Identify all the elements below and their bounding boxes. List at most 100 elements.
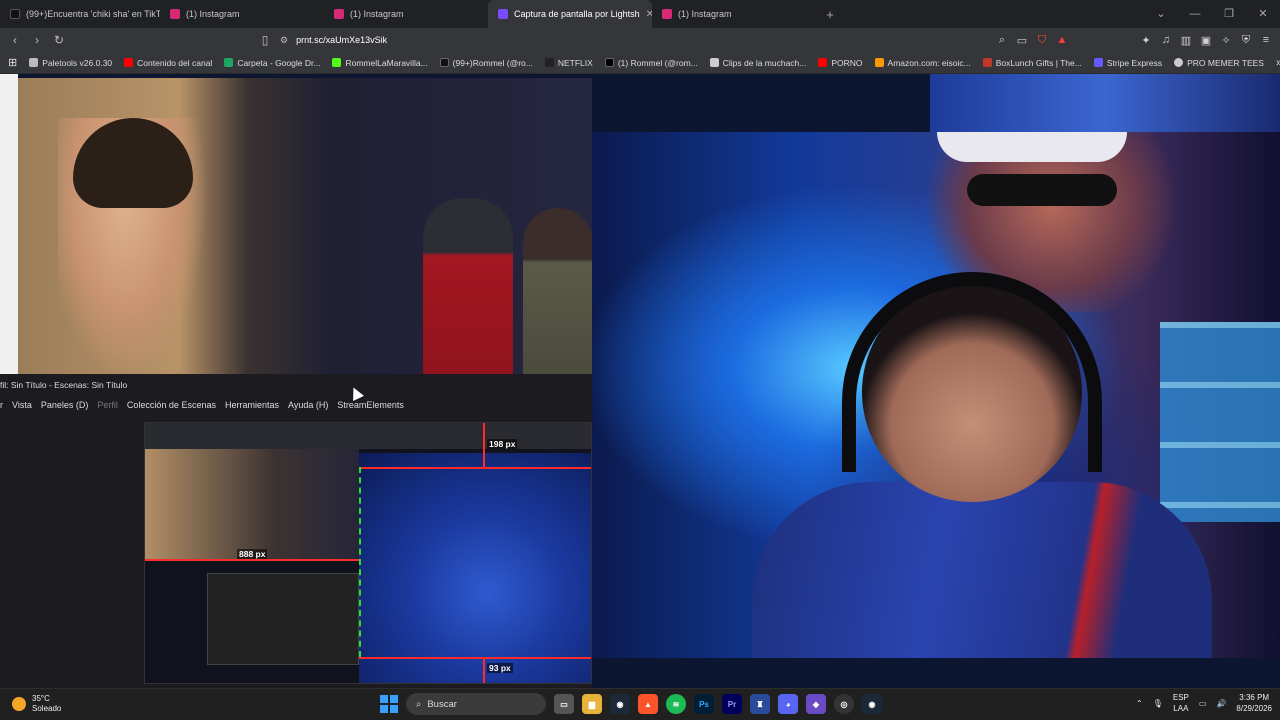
premiere-icon[interactable]: Pr [722, 694, 742, 714]
discord-icon[interactable]: ◕ [778, 694, 798, 714]
file-explorer-icon[interactable]: ▆ [582, 694, 602, 714]
bookmark-item[interactable]: Amazon.com: eisoic... [874, 58, 971, 68]
game-npc [423, 198, 513, 378]
brave-shield-icon[interactable]: ⛉ [1034, 34, 1050, 47]
menu-item-herramientas[interactable]: Herramientas [225, 400, 279, 410]
bookmark-label: BoxLunch Gifts | The... [995, 57, 1082, 68]
url-text[interactable]: prnt.sc/xaUmXe13vSik [296, 35, 387, 45]
poster-glasses [967, 174, 1117, 206]
task-view-icon[interactable]: ▭ [554, 694, 574, 714]
game-icon[interactable]: ♜ [750, 694, 770, 714]
tab-label: (1) Instagram [350, 9, 404, 19]
tiktok-icon [439, 58, 449, 67]
menu-item-ayuda[interactable]: Ayuda (H) [288, 400, 328, 410]
bookmark-item[interactable]: BoxLunch Gifts | The... [982, 57, 1082, 68]
tab-instagram-1[interactable]: (1) Instagram [160, 0, 324, 28]
more-bookmarks-icon[interactable]: » [1276, 57, 1280, 69]
notion-icon [709, 58, 719, 67]
wallet-icon[interactable]: ▣ [1198, 34, 1214, 47]
bookmark-label: (1) Rommel (@rom... [617, 57, 698, 68]
bookmark-icon [29, 58, 39, 67]
maximize-icon[interactable]: ❐ [1212, 0, 1246, 28]
new-tab-button[interactable]: + [816, 7, 844, 22]
bookmark-item[interactable]: Carpeta - Google Dr... [224, 58, 320, 68]
menu-item-coleccion[interactable]: Colección de Escenas [127, 400, 216, 410]
rewards-icon[interactable]: ▲ [1054, 34, 1070, 46]
tab-instagram-3[interactable]: (1) Instagram [652, 0, 816, 28]
screen-icon[interactable]: ▭ [1014, 34, 1030, 47]
vpn-icon[interactable]: ⛨ [1238, 34, 1254, 47]
gamepad-icon[interactable]: ◆ [806, 694, 826, 714]
clock[interactable]: 3:36 PM 8/29/2026 [1236, 692, 1272, 714]
bookmark-item[interactable]: NETFLIX [544, 58, 593, 68]
boxlunch-icon [982, 58, 992, 67]
back-icon[interactable]: ‹ [4, 33, 26, 47]
ai-icon[interactable]: ✧ [1218, 34, 1234, 47]
chevron-up-icon[interactable]: ⌃ [1136, 699, 1143, 708]
spotify-icon[interactable]: ≋ [666, 694, 686, 714]
bookmark-item[interactable]: PRO MEMER TEES [1174, 58, 1264, 68]
reload-icon[interactable]: ↻ [48, 33, 70, 47]
tab-list-icon[interactable]: ⌄ [1144, 0, 1178, 28]
tab-tiktok[interactable]: (99+)Encuentra 'chiki sha' en TikTok | [0, 0, 160, 28]
obs-menubar: r Vista Paneles (D) Perfil Colección de … [0, 400, 404, 410]
obs-window: fil: Sin Título - Escenas: Sin Título r … [0, 374, 592, 688]
menu-item-vista[interactable]: Vista [12, 400, 32, 410]
background-stream-image [930, 74, 1280, 132]
guide-line [483, 657, 485, 683]
streamer-shirt [752, 482, 1212, 658]
minimize-icon[interactable]: — [1178, 0, 1212, 28]
apps-icon[interactable]: ⊞ [8, 56, 17, 69]
brave-icon[interactable]: ▲ [638, 694, 658, 714]
site-info-icon[interactable]: ⚙ [280, 35, 288, 46]
obs-preview[interactable]: 198 px 888 px 93 px [144, 422, 592, 684]
screenshot-content: fil: Sin Título - Escenas: Sin Título r … [0, 74, 1280, 688]
forward-icon[interactable]: › [26, 33, 48, 47]
bookmark-label: (99+)Rommel (@ro... [452, 57, 533, 68]
bookmark-item[interactable]: RommelLaMaravilla... [332, 58, 428, 68]
language-indicator[interactable]: ESP LAA [1173, 692, 1189, 714]
bookmark-label: PORNO [831, 57, 863, 68]
menu-item-streamelements[interactable]: StreamElements [337, 400, 404, 410]
obs-title: fil: Sin Título - Escenas: Sin Título [0, 380, 128, 390]
windows-start-icon[interactable] [380, 695, 398, 713]
steam-icon[interactable]: ◉ [862, 694, 882, 714]
extensions-icon[interactable]: ✦ [1138, 34, 1154, 47]
microphone-icon[interactable]: 🎙 [1153, 699, 1163, 708]
x-icon [604, 58, 614, 67]
menu-item[interactable]: r [0, 400, 3, 410]
steam-icon[interactable]: ◉ [610, 694, 630, 714]
bookmark-item[interactable]: PORNO [818, 57, 863, 68]
guide-line [145, 559, 359, 561]
preview-nested-capture [207, 573, 359, 665]
bookmark-icon[interactable]: ▯ [254, 33, 276, 47]
obs-icon[interactable]: ◎ [834, 694, 854, 714]
close-window-icon[interactable]: ✕ [1246, 0, 1280, 28]
photoshop-icon[interactable]: Ps [694, 694, 714, 714]
bookmark-item[interactable]: Paletools v26.0.30 [29, 58, 112, 68]
bookmark-label: PRO MEMER TEES [1187, 57, 1264, 68]
sidebar-icon[interactable]: ▥ [1178, 34, 1194, 47]
bookmark-item[interactable]: (1) Rommel (@rom... [604, 57, 698, 68]
menu-icon[interactable]: ≡ [1258, 34, 1274, 46]
tab-lightshot[interactable]: Captura de pantalla por Lightsh ✕ [488, 0, 652, 28]
bookmark-item[interactable]: Clips de la muchach... [709, 58, 806, 68]
menu-item-paneles[interactable]: Paneles (D) [41, 400, 89, 410]
bookmark-item[interactable]: Contenido del canal [124, 58, 212, 68]
display-icon[interactable]: ▭ [1199, 699, 1207, 708]
volume-icon[interactable]: 🔊 [1216, 699, 1226, 708]
weather-widget[interactable]: 35°C Soleado [12, 694, 61, 714]
language-code: ESP [1172, 693, 1189, 702]
bookmark-item[interactable]: Stripe Express [1093, 58, 1162, 68]
webcam-capture [592, 132, 1280, 658]
bookmark-label: Paletools v26.0.30 [42, 57, 113, 68]
music-icon[interactable]: ♫ [1158, 34, 1174, 46]
menu-item-perfil[interactable]: Perfil [97, 400, 118, 410]
taskbar-search[interactable]: ⌕ Buscar [406, 693, 546, 715]
address-bar[interactable]: ⚙ prnt.sc/xaUmXe13vSik [280, 30, 1000, 50]
tab-instagram-2[interactable]: (1) Instagram [324, 0, 488, 28]
feather-icon [498, 9, 508, 19]
zoom-icon[interactable]: ⌕ [994, 34, 1010, 47]
bookmark-item[interactable]: (99+)Rommel (@ro... [439, 57, 533, 68]
tab-label: Captura de pantalla por Lightsh [514, 9, 640, 19]
